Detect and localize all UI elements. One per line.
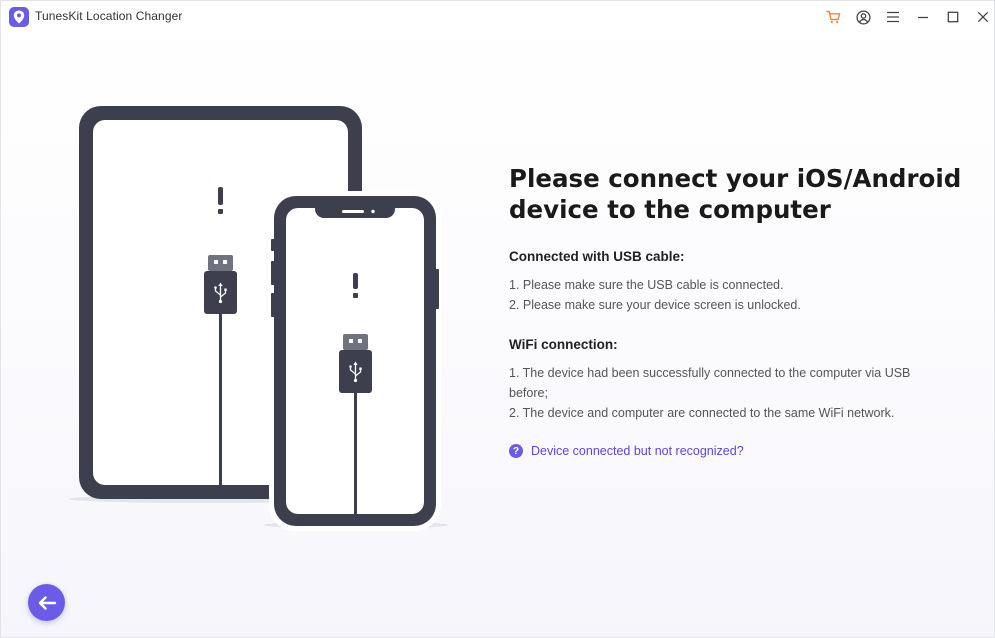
account-icon[interactable] [852,6,874,28]
minimize-icon[interactable] [912,6,934,28]
usb-step: 1. Please make sure the USB cable is con… [509,278,784,292]
wifi-steps: 1. The device had been successfully conn… [509,363,969,423]
instructions-panel: Please connect your iOS/Android device t… [509,163,969,458]
not-recognized-help-link[interactable]: ? Device connected but not recognized? [509,444,969,458]
device-connection-illustration [61,101,461,531]
wifi-step: 2. The device and computer are connected… [509,406,895,420]
arrow-left-icon [38,595,56,610]
app-logo-icon [9,7,29,27]
usb-section-title: Connected with USB cable: [509,249,685,264]
usb-step: 2. Please make sure your device screen i… [509,298,801,312]
wifi-step: before; [509,386,548,400]
wifi-step: 1. The device had been successfully conn… [509,366,911,380]
page-title-line2: device to the computer [509,195,831,224]
menu-icon[interactable] [882,6,904,28]
close-icon[interactable] [972,6,994,28]
cart-icon[interactable] [822,6,844,28]
phone-icon [269,191,441,531]
maximize-icon[interactable] [942,6,964,28]
app-window: TunesKit Location Changer Please connect… [0,0,995,638]
usb-steps: 1. Please make sure the USB cable is con… [509,275,969,315]
question-icon: ? [509,444,523,458]
page-title: Please connect your iOS/Android device t… [509,163,969,225]
app-title: TunesKit Location Changer [35,9,183,23]
page-title-line1: Please connect your iOS/Android [509,164,962,193]
title-bar: TunesKit Location Changer [1,1,994,33]
wifi-section-title: WiFi connection: [509,337,618,352]
help-link-text[interactable]: Device connected but not recognized? [531,444,744,458]
back-button[interactable] [28,584,65,621]
